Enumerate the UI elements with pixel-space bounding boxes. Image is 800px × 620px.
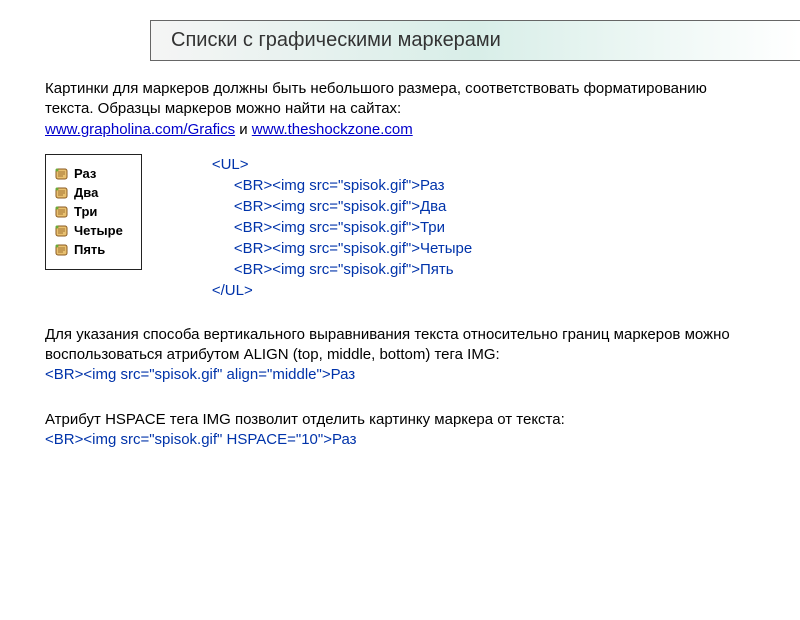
intro-sep: и xyxy=(235,121,252,138)
hspace-text: Атрибут HSPACE тега IMG позволит отделит… xyxy=(45,410,755,430)
scroll-icon xyxy=(54,185,70,201)
demo-list-box: Раз Два Три Четыре Пять xyxy=(45,154,142,270)
demo-item-label: Раз xyxy=(74,166,96,181)
align-code: <BR><img src="spisok.gif" align="middle"… xyxy=(45,365,755,385)
scroll-icon xyxy=(54,204,70,220)
code-line: <BR><img src="spisok.gif">Пять xyxy=(234,259,472,280)
scroll-icon xyxy=(54,223,70,239)
intro-paragraph: Картинки для маркеров должны быть неболь… xyxy=(45,79,755,140)
code-example: <UL> <BR><img src="spisok.gif">Раз <BR><… xyxy=(212,154,472,301)
code-line: <BR><img src="spisok.gif">Три xyxy=(234,217,472,238)
page-title: Списки с графическими маркерами xyxy=(150,20,800,61)
demo-item-label: Пять xyxy=(74,242,105,257)
demo-item-label: Два xyxy=(74,185,98,200)
intro-text: Картинки для маркеров должны быть неболь… xyxy=(45,80,707,117)
code-line: <UL> xyxy=(212,154,472,175)
list-item: Два xyxy=(54,185,123,201)
list-item: Раз xyxy=(54,166,123,182)
code-line: <BR><img src="spisok.gif">Раз xyxy=(234,175,472,196)
code-line: </UL> xyxy=(212,280,472,301)
demo-item-label: Четыре xyxy=(74,223,123,238)
scroll-icon xyxy=(54,166,70,182)
link-theshockzone[interactable]: www.theshockzone.com xyxy=(252,121,413,138)
align-text: Для указания способа вертикального вырав… xyxy=(45,325,755,366)
code-line: <BR><img src="spisok.gif">Четыре xyxy=(234,238,472,259)
hspace-code: <BR><img src="spisok.gif" HSPACE="10">Ра… xyxy=(45,430,755,450)
link-grapholina[interactable]: www.grapholina.com/Grafics xyxy=(45,121,235,138)
list-item: Пять xyxy=(54,242,123,258)
list-item: Четыре xyxy=(54,223,123,239)
hspace-section: Атрибут HSPACE тега IMG позволит отделит… xyxy=(45,410,755,451)
scroll-icon xyxy=(54,242,70,258)
demo-item-label: Три xyxy=(74,204,97,219)
align-section: Для указания способа вертикального вырав… xyxy=(45,325,755,386)
code-line: <BR><img src="spisok.gif">Два xyxy=(234,196,472,217)
list-item: Три xyxy=(54,204,123,220)
